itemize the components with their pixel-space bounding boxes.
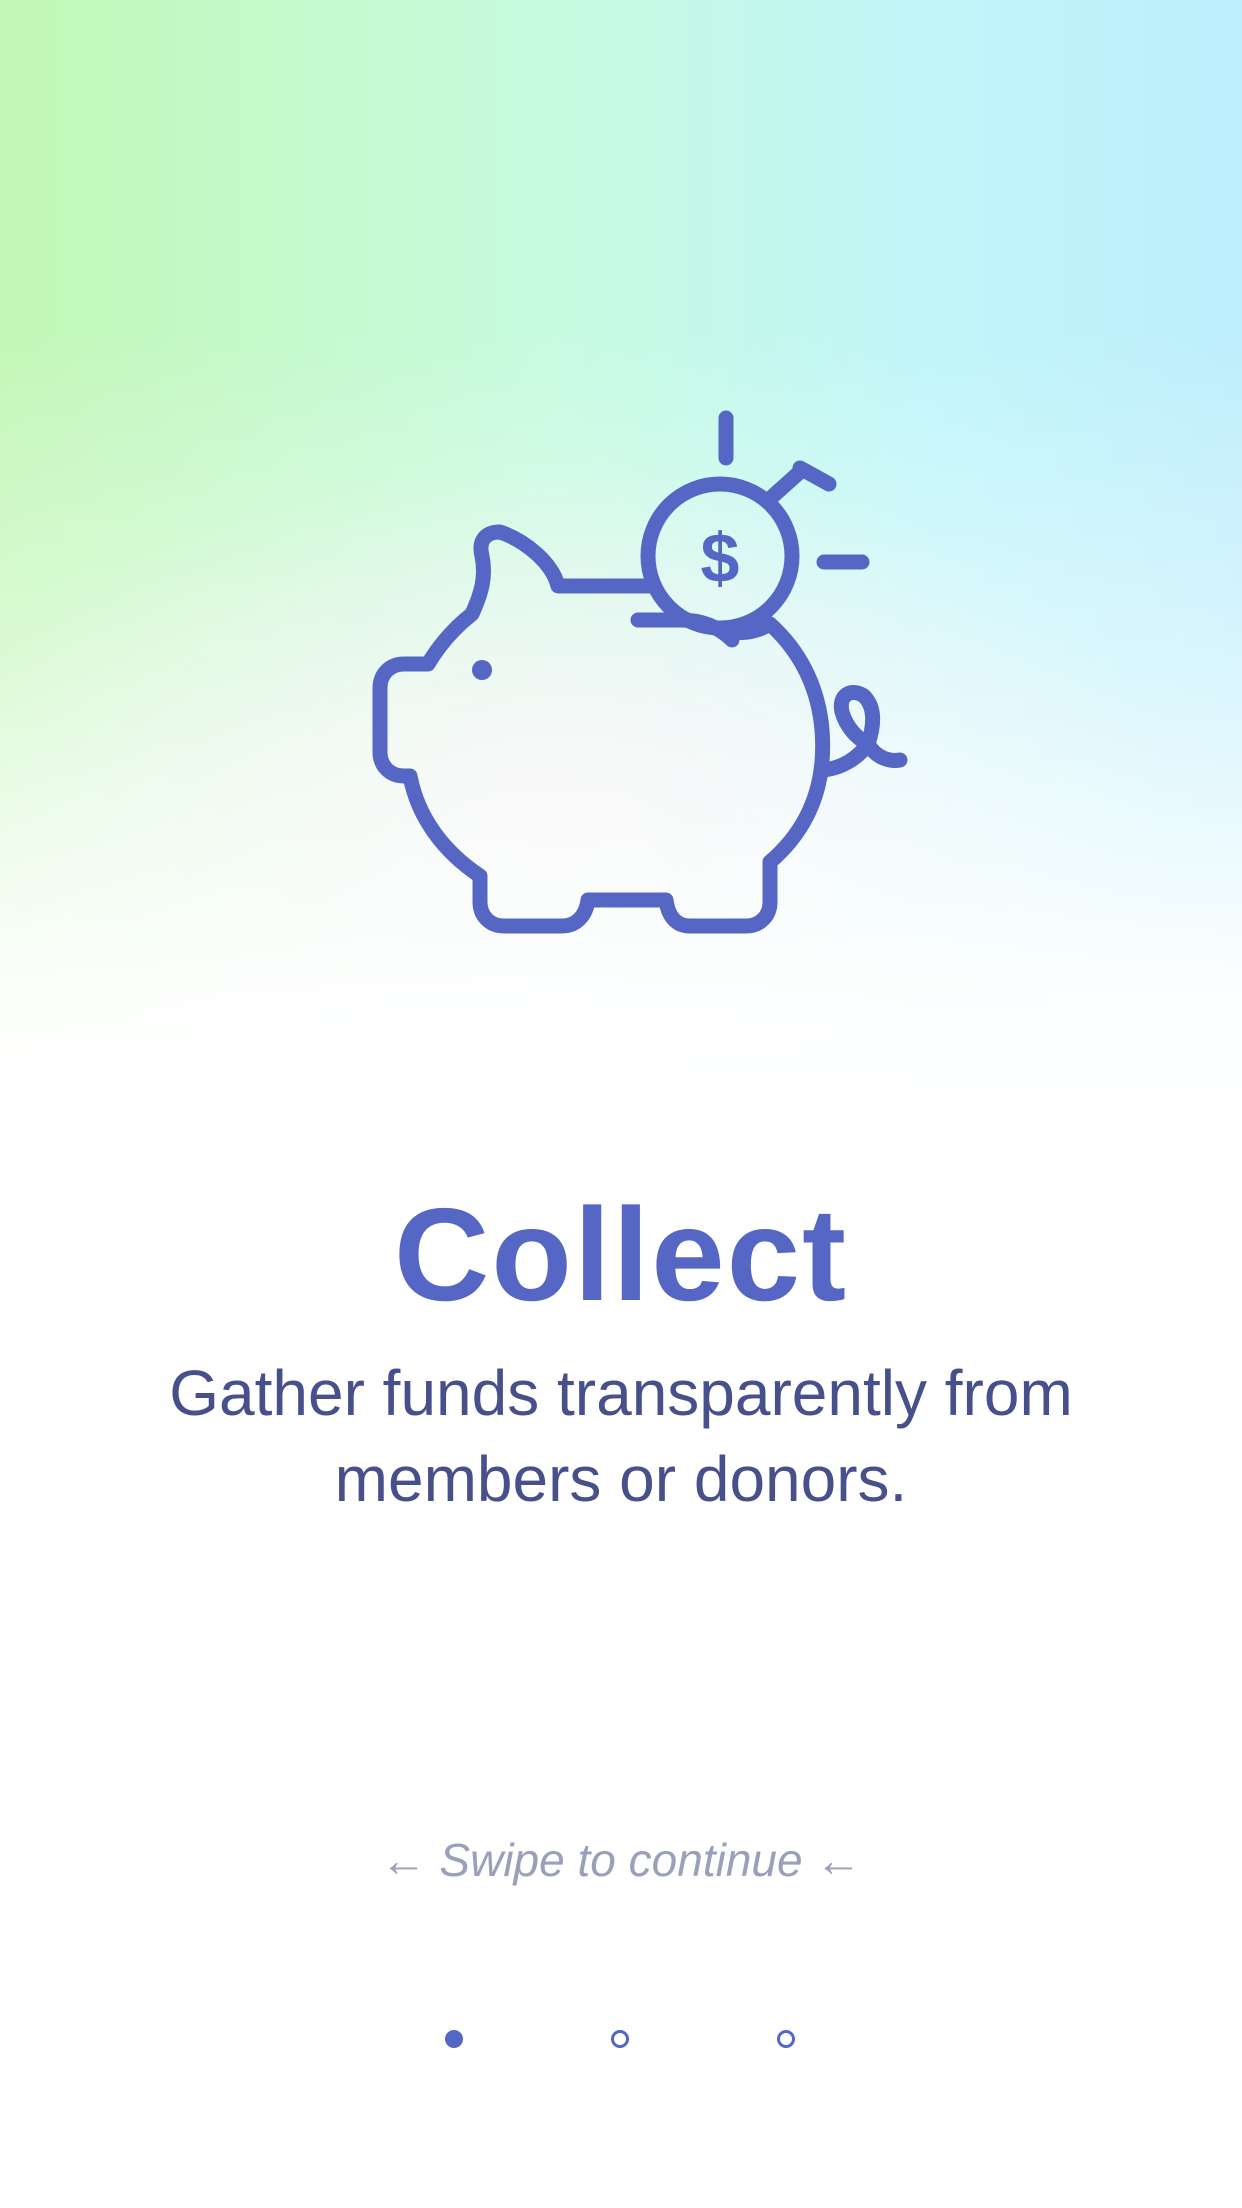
page-dot-3[interactable] — [777, 2030, 795, 2048]
svg-text:$: $ — [701, 519, 740, 597]
page-dot-1[interactable] — [445, 2030, 463, 2048]
swipe-hint: ← Swipe to continue ← — [380, 1834, 862, 1886]
page-dot-2[interactable] — [611, 2030, 629, 2048]
onboarding-screen[interactable]: $ Collect Gather funds transparently fro… — [0, 0, 1242, 2208]
page-indicator — [0, 2020, 1242, 2060]
page-title: Collect — [393, 1181, 849, 1328]
page-subtitle: Gather funds transparently from members … — [169, 1357, 1073, 1515]
piggy-bank-coin-icon: $ — [360, 400, 920, 960]
